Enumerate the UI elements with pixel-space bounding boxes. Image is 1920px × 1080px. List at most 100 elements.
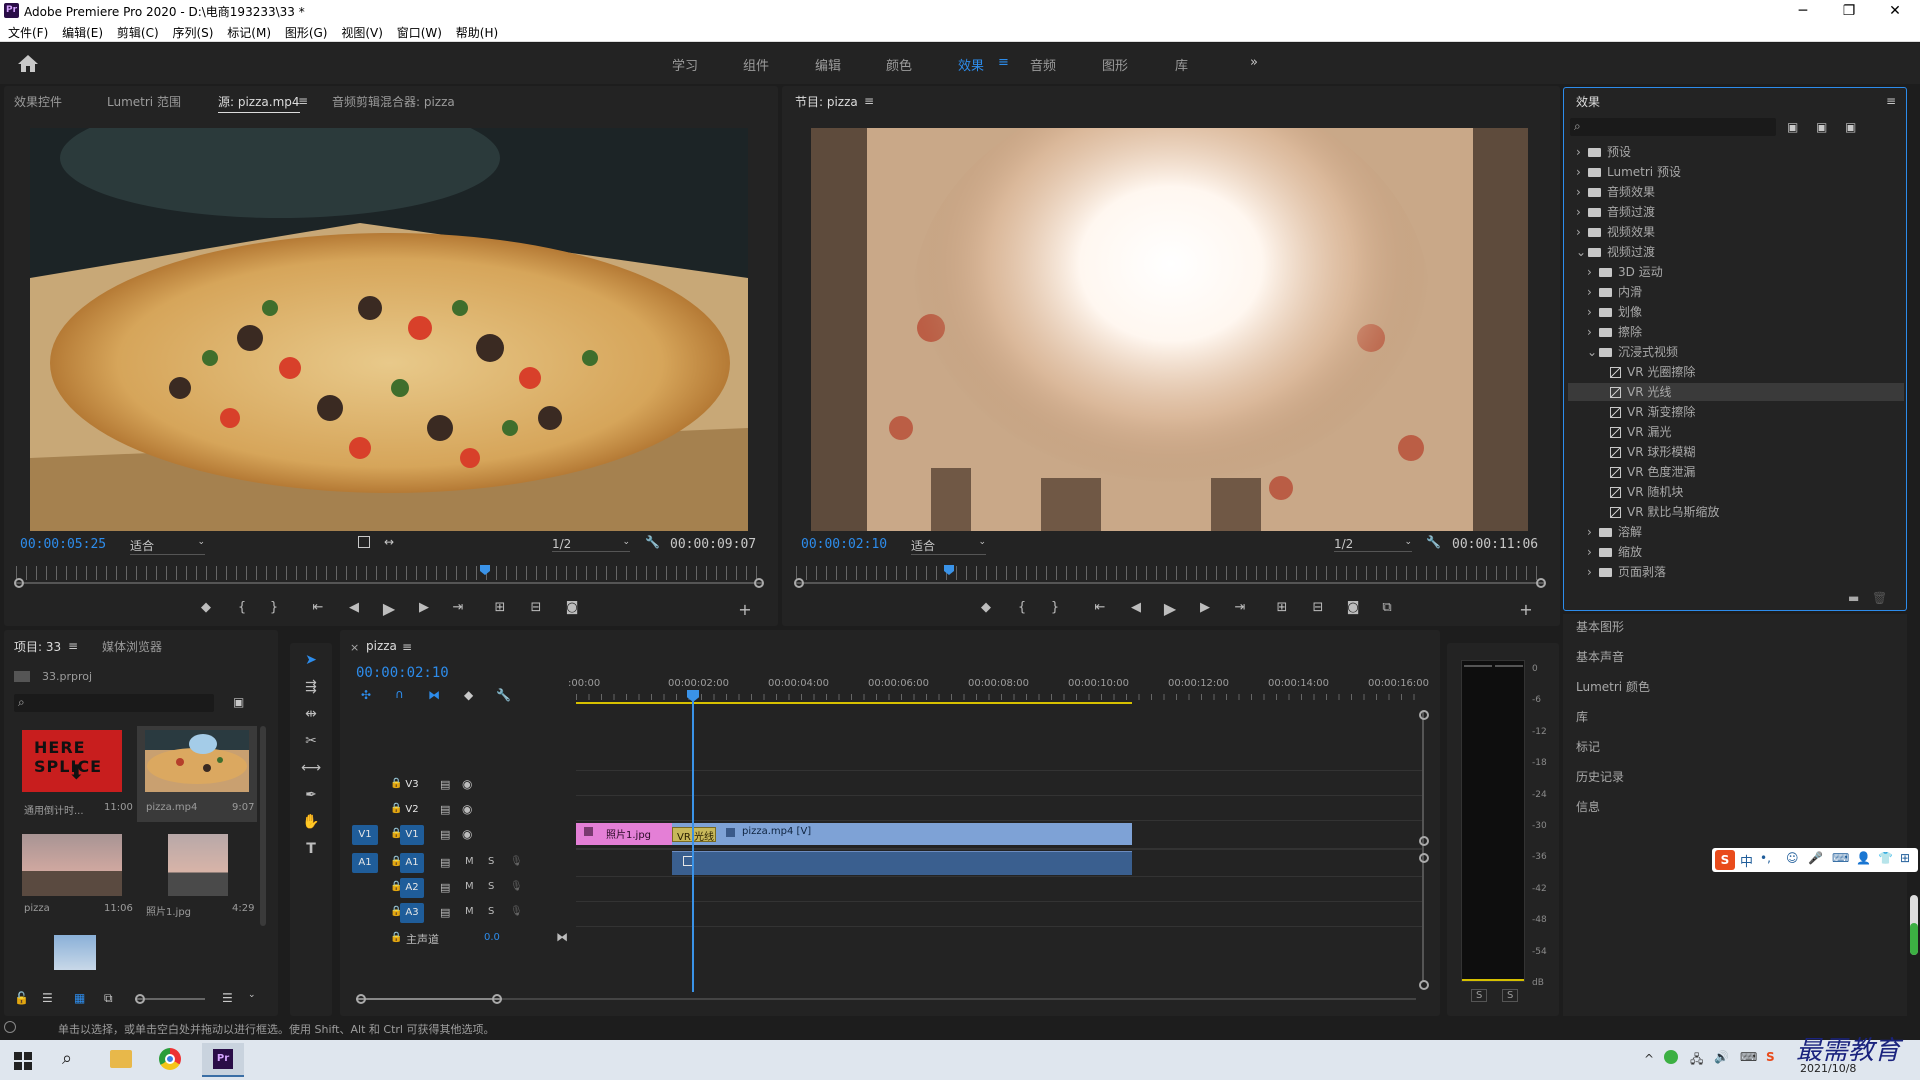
list-view-icon[interactable]: ☰: [42, 991, 53, 1005]
track-target-v3[interactable]: V1: [400, 825, 424, 845]
chevron-right-icon[interactable]: ›: [1576, 203, 1588, 221]
film-icon[interactable]: ▤: [440, 828, 450, 841]
wrench-icon[interactable]: 🔧: [496, 688, 511, 702]
emoji-icon[interactable]: ☺: [1786, 851, 1799, 865]
mark-out-icon[interactable]: }: [264, 600, 284, 615]
workspace-tab-editing[interactable]: 编辑: [815, 55, 841, 74]
chevron-right-icon[interactable]: ›: [1576, 163, 1588, 181]
workspace-tab-learn[interactable]: 学习: [672, 55, 698, 74]
menu-clip[interactable]: 剪辑(C): [117, 22, 159, 41]
insert-clip-icon[interactable]: ⊞: [490, 600, 510, 615]
pizza-mp4-thumbnail[interactable]: [145, 730, 249, 792]
menu-file[interactable]: 文件(F): [8, 22, 48, 41]
zoom-handle-right[interactable]: [1536, 578, 1546, 588]
home-icon[interactable]: [16, 53, 40, 73]
mark-in-icon[interactable]: {: [1012, 600, 1032, 615]
yuv-effects-icon[interactable]: ▣: [1845, 120, 1856, 134]
project-search-input[interactable]: ⌕: [14, 694, 214, 712]
project-scrollbar[interactable]: [260, 726, 266, 926]
chevron-right-icon[interactable]: ›: [1587, 303, 1599, 321]
section-essential-sound[interactable]: 基本声音: [1576, 648, 1624, 665]
track-target-a1[interactable]: A1: [400, 853, 424, 873]
film-icon[interactable]: ▤: [440, 803, 450, 816]
eye-icon[interactable]: ◉: [462, 827, 472, 841]
hamburger-icon[interactable]: ≡: [998, 55, 1009, 70]
thumbnail-size-slider[interactable]: [135, 994, 205, 1004]
lock-icon[interactable]: 🔓: [14, 991, 29, 1005]
accelerated-effects-icon[interactable]: ▣: [1787, 120, 1798, 134]
v-scroll-handle[interactable]: [1419, 980, 1429, 990]
menu-view[interactable]: 视图(V): [341, 22, 383, 41]
zoom-handle-left[interactable]: [14, 578, 24, 588]
sort-icon[interactable]: ☰: [222, 991, 233, 1005]
photo-thumbnail[interactable]: [168, 834, 228, 896]
type-tool-icon[interactable]: T: [299, 841, 323, 863]
effect-item[interactable]: VR 默比乌斯缩放: [1598, 503, 1719, 521]
section-history[interactable]: 历史记录: [1576, 768, 1624, 785]
skin-icon[interactable]: 👕: [1878, 851, 1893, 865]
effects-folder[interactable]: › 溶解: [1587, 523, 1642, 541]
effect-item[interactable]: VR 渐变擦除: [1598, 403, 1695, 421]
wrench-icon[interactable]: 🔧: [645, 535, 660, 549]
freeform-view-icon[interactable]: ⧉: [104, 991, 113, 1006]
linked-selection-icon[interactable]: ⧓: [428, 688, 440, 702]
chevron-right-icon[interactable]: ›: [1587, 523, 1599, 541]
chevron-down-icon[interactable]: ⌄: [1587, 343, 1599, 361]
ripple-edit-tool-icon[interactable]: ⇹: [299, 706, 323, 728]
effects-folder[interactable]: › 划像: [1587, 303, 1642, 321]
zoom-handle-right[interactable]: [754, 578, 764, 588]
microphone-icon[interactable]: 🎤: [1808, 851, 1823, 865]
chevron-down-icon[interactable]: ⌄: [248, 990, 256, 1000]
menu-sequence[interactable]: 序列(S): [172, 22, 213, 41]
chevron-right-icon[interactable]: ›: [1576, 143, 1588, 161]
chevron-right-icon[interactable]: ›: [1587, 563, 1599, 581]
panel-menu-icon[interactable]: ≡: [402, 640, 412, 654]
pizza-sequence-thumbnail[interactable]: [22, 834, 122, 896]
compare-view-icon[interactable]: ⧉: [1377, 600, 1397, 615]
premiere-taskbar-item[interactable]: Pr: [202, 1043, 244, 1077]
panel-menu-icon[interactable]: ≡: [1886, 94, 1896, 108]
razor-tool-icon[interactable]: ✂: [299, 733, 323, 755]
wrench-icon[interactable]: 🔧: [1426, 535, 1441, 549]
search-icon[interactable]: ⌕: [62, 1048, 72, 1069]
chevron-right-icon[interactable]: ›: [1587, 263, 1599, 281]
vr-light-rays-transition[interactable]: VR 光线: [672, 827, 716, 843]
menu-graphics[interactable]: 图形(G): [285, 22, 328, 41]
network-icon[interactable]: 🖧: [1690, 1050, 1703, 1071]
insert-icon[interactable]: [358, 536, 370, 548]
v-scroll-handle[interactable]: [1419, 710, 1429, 720]
keyboard-icon[interactable]: ⌨: [1832, 851, 1849, 865]
tab-project[interactable]: 项目: 33: [14, 638, 61, 657]
source-time-ruler[interactable]: [16, 566, 762, 580]
mark-in-icon[interactable]: {: [232, 600, 252, 615]
track-target-v1[interactable]: V3: [400, 775, 424, 795]
effects-folder[interactable]: › 预设: [1576, 143, 1631, 161]
effects-folder[interactable]: › 3D 运动: [1587, 263, 1663, 281]
ime-language-toggle[interactable]: 中: [1740, 851, 1753, 870]
eye-icon[interactable]: ◉: [462, 777, 472, 791]
effects-folder[interactable]: ⌄ 沉浸式视频: [1587, 343, 1678, 361]
effects-folder[interactable]: › 缩放: [1587, 543, 1642, 561]
mute-button[interactable]: M: [465, 881, 474, 892]
timeline-v-scrollbar[interactable]: [1422, 712, 1424, 982]
mute-button[interactable]: M: [465, 856, 474, 867]
go-to-out-icon[interactable]: ⇥: [1230, 600, 1250, 615]
tab-sequence[interactable]: pizza: [366, 639, 397, 653]
file-explorer-icon[interactable]: [110, 1050, 132, 1068]
toolbox-icon[interactable]: ⊞: [1900, 851, 1910, 865]
chrome-icon[interactable]: [159, 1048, 181, 1070]
section-markers[interactable]: 标记: [1576, 738, 1600, 755]
close-button[interactable]: ✕: [1872, 0, 1918, 22]
eye-icon[interactable]: ◉: [462, 802, 472, 816]
trash-icon[interactable]: 🗑: [1872, 591, 1887, 605]
step-back-icon[interactable]: ◀: [344, 600, 364, 615]
timeline-ruler[interactable]: :00:00 00:00:02:00 00:00:04:00 00:00:06:00 0…: [568, 672, 1429, 706]
add-marker-icon[interactable]: ◆: [976, 600, 996, 615]
film-icon[interactable]: ▤: [440, 856, 450, 869]
tab-source-monitor[interactable]: 源: pizza.mp4: [218, 93, 300, 113]
add-marker-icon[interactable]: ◆: [464, 688, 473, 702]
program-zoom-select[interactable]: 适合 ⌄: [911, 537, 986, 555]
extra-thumbnail[interactable]: [54, 935, 96, 970]
effects-folder[interactable]: › 内滑: [1587, 283, 1642, 301]
work-area-bar[interactable]: [576, 702, 1132, 704]
